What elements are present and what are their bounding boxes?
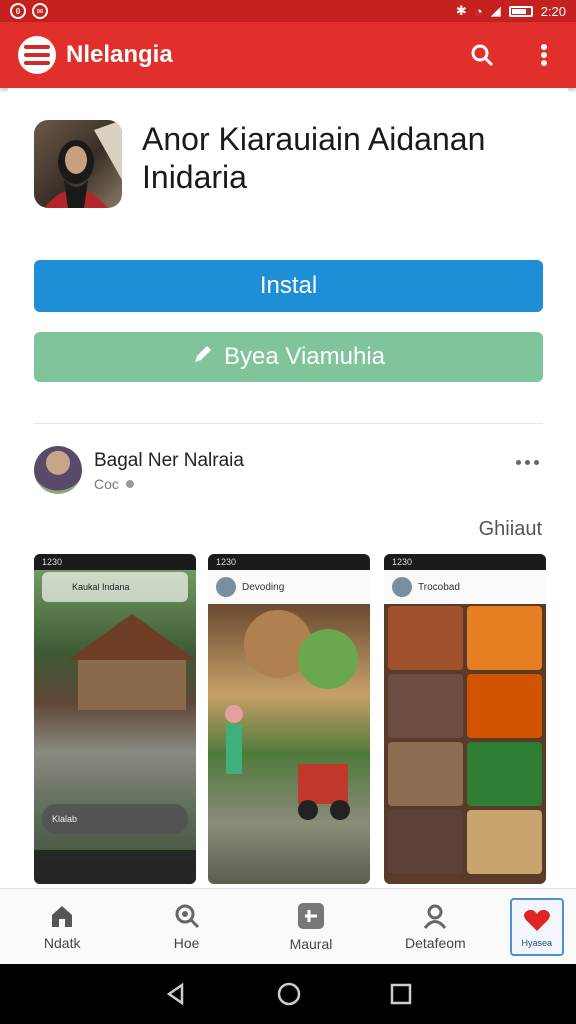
app-name-line1: Anor Kiarauiain Aidanan bbox=[142, 121, 486, 157]
secondary-action-label: Byea Viamuhia bbox=[224, 343, 385, 370]
house-graphic bbox=[78, 660, 186, 710]
produce-tile bbox=[388, 674, 463, 738]
developer-name: Bagal Ner Nalraia bbox=[94, 450, 244, 471]
screenshot-header: Devoding bbox=[208, 570, 370, 604]
produce-tile bbox=[388, 810, 463, 874]
status-indicators: ✱ ◔ ◢ 2:20 bbox=[456, 3, 566, 19]
app-icon bbox=[34, 120, 122, 208]
produce-tile bbox=[388, 742, 463, 806]
gallery-label[interactable]: Ghiiaut bbox=[479, 518, 542, 541]
app-bar-title: Nlelangia bbox=[66, 41, 173, 68]
wifi-icon: ◔ bbox=[474, 3, 483, 19]
nav-item-search[interactable]: Hoe bbox=[137, 894, 237, 960]
developer-avatar bbox=[34, 446, 82, 494]
more-vert-icon[interactable] bbox=[530, 41, 558, 69]
screenshot-gallery[interactable]: 1230 Kaukal Indana Klalab 1230 Devoding bbox=[34, 554, 546, 884]
produce-tile bbox=[467, 810, 542, 874]
nav-label: Maural bbox=[289, 935, 333, 952]
secondary-action-button[interactable]: Byea Viamuhia bbox=[34, 332, 543, 382]
developer-row[interactable]: Bagal Ner Nalraia Coc bbox=[34, 446, 543, 498]
app-bar: Nlelangia bbox=[0, 22, 576, 88]
apps-icon bbox=[297, 902, 324, 929]
nav-label: Ndatk bbox=[43, 934, 81, 951]
app-name-line2: Inidaria bbox=[142, 159, 247, 196]
app-bar-actions bbox=[468, 41, 558, 69]
mini-avatar bbox=[392, 577, 412, 597]
screenshot-header: Trocobad bbox=[384, 570, 546, 604]
market-graphic bbox=[225, 610, 358, 820]
screenshot-title: Devoding bbox=[242, 581, 285, 593]
produce-tile bbox=[388, 606, 463, 670]
home-circle-icon[interactable] bbox=[276, 981, 302, 1007]
screenshot-3[interactable]: 1230 Trocobad bbox=[384, 554, 546, 884]
screenshot-status-bar: 1230 bbox=[208, 554, 370, 570]
produce-tile bbox=[467, 674, 542, 738]
screenshot-pill: Klalab bbox=[42, 804, 188, 834]
nav-label: Detafeom bbox=[405, 934, 466, 951]
pen-icon bbox=[192, 343, 214, 372]
nav-label: Hyasea bbox=[521, 937, 552, 948]
divider bbox=[34, 423, 543, 424]
mini-avatar bbox=[216, 577, 236, 597]
app-name: Anor Kiarauiain Aidanan Inidaria bbox=[142, 120, 485, 197]
screenshot-title: Trocobad bbox=[418, 581, 460, 593]
nav-item-home[interactable]: Ndatk bbox=[12, 894, 112, 960]
screenshot-card: Kaukal Indana bbox=[42, 572, 188, 602]
install-button[interactable]: Instal bbox=[34, 260, 543, 312]
status-time: 2:20 bbox=[540, 3, 566, 19]
search-icon bbox=[175, 904, 199, 928]
home-icon bbox=[52, 905, 73, 927]
status-notifications: 0 ✉ bbox=[10, 3, 48, 19]
nav-item-account[interactable]: Detafeom bbox=[385, 894, 485, 960]
produce-tile bbox=[467, 742, 542, 806]
back-icon[interactable] bbox=[164, 982, 188, 1006]
nav-label: Hoe bbox=[173, 934, 200, 951]
heart-icon bbox=[523, 909, 550, 931]
app-details: Anor Kiarauiain Aidanan Inidaria Instal … bbox=[8, 88, 568, 888]
app-logo-icon[interactable] bbox=[18, 36, 56, 74]
notification-icon: 0 bbox=[10, 3, 26, 19]
developer-subtitle: Coc bbox=[94, 476, 135, 492]
house-roof-graphic bbox=[68, 614, 196, 660]
screenshot-status-bar: 1230 bbox=[384, 554, 546, 570]
nav-item-apps[interactable]: Maural bbox=[261, 894, 361, 960]
search-icon[interactable] bbox=[468, 41, 496, 69]
recents-icon[interactable] bbox=[390, 983, 412, 1005]
produce-tile bbox=[467, 606, 542, 670]
person-icon bbox=[424, 904, 447, 929]
nav-item-favorites[interactable]: Hyasea bbox=[509, 897, 564, 956]
screenshot-footer bbox=[34, 850, 196, 884]
screenshot-status-bar: 1230 bbox=[34, 554, 196, 570]
system-navigation bbox=[0, 964, 576, 1024]
signal-icon: ◢ bbox=[490, 3, 501, 18]
app-header: Anor Kiarauiain Aidanan Inidaria bbox=[34, 120, 485, 208]
battery-icon bbox=[508, 5, 533, 17]
developer-subtitle-text: Coc bbox=[94, 476, 119, 492]
bottom-navigation: Ndatk Hoe Maural Detafeom Hyasea bbox=[0, 888, 576, 964]
info-icon bbox=[125, 476, 135, 492]
more-horiz-icon[interactable] bbox=[516, 460, 539, 465]
screenshot-1[interactable]: 1230 Kaukal Indana Klalab bbox=[34, 554, 196, 884]
screenshot-2[interactable]: 1230 Devoding bbox=[208, 554, 370, 884]
bluetooth-icon: ✱ bbox=[455, 3, 467, 18]
message-icon: ✉ bbox=[32, 3, 48, 19]
status-bar: 0 ✉ ✱ ◔ ◢ 2:20 bbox=[0, 0, 576, 22]
produce-grid bbox=[388, 606, 542, 880]
